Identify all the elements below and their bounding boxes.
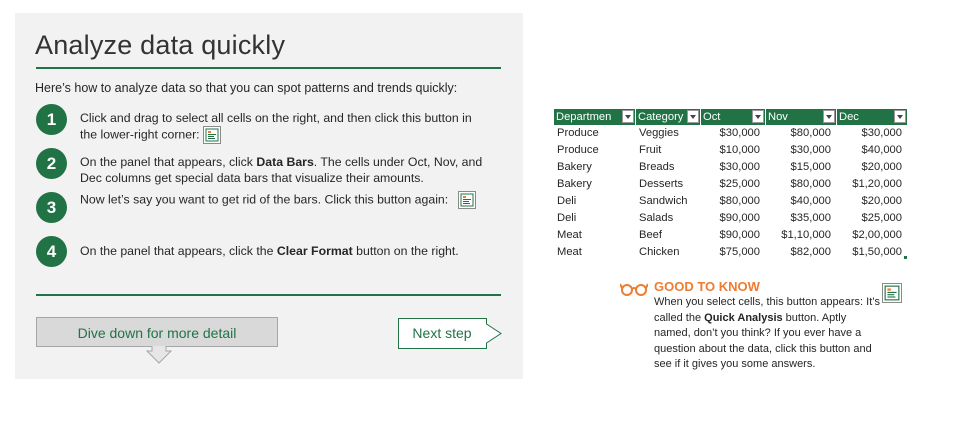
cell-category[interactable]: Desserts (639, 176, 699, 193)
cell-nov[interactable]: $1,10,000 (766, 227, 831, 244)
cell-dec[interactable]: $25,000 (837, 210, 902, 227)
cell-nov[interactable]: $15,000 (766, 159, 831, 176)
next-step-label: Next step (412, 325, 472, 341)
dropdown-arrow-icon[interactable] (687, 110, 699, 123)
header-nov[interactable]: Nov (766, 109, 837, 125)
cell-dec[interactable]: $20,000 (837, 193, 902, 210)
cell-department[interactable]: Produce (557, 142, 635, 159)
table-row: Deli Salads $90,000 $35,000 $25,000 (554, 210, 908, 227)
quick-analysis-label: Quick Analysis (704, 311, 783, 324)
cell-department[interactable]: Meat (557, 244, 635, 261)
cell-oct[interactable]: $90,000 (701, 210, 760, 227)
step-1-text: Click and drag to select all cells on th… (80, 111, 472, 142)
good-to-know-text: When you select cells, this button appea… (654, 296, 881, 370)
quick-analysis-icon (203, 126, 222, 144)
cell-dec[interactable]: $2,00,000 (837, 227, 902, 244)
table-row: Bakery Breads $30,000 $15,000 $20,000 (554, 159, 908, 176)
dropdown-arrow-icon[interactable] (622, 110, 634, 123)
cell-department[interactable]: Deli (557, 193, 635, 210)
cell-category[interactable]: Sandwich (639, 193, 699, 210)
table-row: Produce Fruit $10,000 $30,000 $40,000 (554, 142, 908, 159)
intro-text: Here’s how to analyze data so that you c… (35, 81, 458, 95)
dropdown-arrow-icon[interactable] (752, 110, 764, 123)
data-table[interactable]: Departmen Category Oct Nov Dec Produce Ve… (554, 109, 908, 261)
cell-nov[interactable]: $40,000 (766, 193, 831, 210)
step-2-text-before: On the panel that appears, click (80, 155, 257, 169)
cell-nov[interactable]: $80,000 (766, 176, 831, 193)
lesson-panel: Analyze data quickly Here’s how to analy… (15, 13, 523, 379)
table-body: Produce Veggies $30,000 $80,000 $30,000 Produ… (554, 125, 908, 261)
cell-category[interactable]: Chicken (639, 244, 699, 261)
cell-oct[interactable]: $30,000 (701, 125, 760, 142)
quick-analysis-icon (882, 283, 902, 303)
table-row: Meat Beef $90,000 $1,10,000 $2,00,000 (554, 227, 908, 244)
cell-oct[interactable]: $25,000 (701, 176, 760, 193)
step-number-1: 1 (36, 104, 67, 135)
quick-analysis-icon (457, 191, 476, 209)
cell-nov[interactable]: $35,000 (766, 210, 831, 227)
title-divider (36, 67, 501, 69)
cell-dec[interactable]: $30,000 (837, 125, 902, 142)
good-to-know-title: GOOD TO KNOW (654, 279, 760, 294)
cell-category[interactable]: Salads (639, 210, 699, 227)
table-header: Departmen Category Oct Nov Dec (554, 109, 908, 125)
data-bars-label: Data Bars (256, 155, 314, 169)
cell-oct[interactable]: $90,000 (701, 227, 760, 244)
cell-category[interactable]: Fruit (639, 142, 699, 159)
cell-dec[interactable]: $40,000 (837, 142, 902, 159)
cell-category[interactable]: Breads (639, 159, 699, 176)
cell-department[interactable]: Deli (557, 210, 635, 227)
table-row: Deli Sandwich $80,000 $40,000 $20,000 (554, 193, 908, 210)
step-3-text: Now let’s say you want to get rid of the… (80, 192, 449, 207)
dive-down-label: Dive down for more detail (77, 325, 237, 341)
table-row: Meat Chicken $75,000 $82,000 $1,50,000 (554, 244, 908, 261)
glasses-icon (620, 283, 648, 296)
cell-department[interactable]: Bakery (557, 176, 635, 193)
arrow-down-icon (146, 346, 172, 364)
cell-dec[interactable]: $1,20,000 (837, 176, 902, 193)
header-department[interactable]: Departmen (554, 109, 636, 125)
cell-department[interactable]: Bakery (557, 159, 635, 176)
cell-department[interactable]: Produce (557, 125, 635, 142)
step-number-2: 2 (36, 148, 67, 179)
cell-dec[interactable]: $20,000 (837, 159, 902, 176)
step-number-3: 3 (36, 192, 67, 223)
cell-oct[interactable]: $10,000 (701, 142, 760, 159)
step-4-text-before: On the panel that appears, click the (80, 244, 277, 258)
cell-oct[interactable]: $75,000 (701, 244, 760, 261)
cell-oct[interactable]: $30,000 (701, 159, 760, 176)
cell-nov[interactable]: $30,000 (766, 142, 831, 159)
cell-category[interactable]: Beef (639, 227, 699, 244)
cell-nov[interactable]: $82,000 (766, 244, 831, 261)
cell-dec[interactable]: $1,50,000 (837, 244, 902, 261)
dropdown-arrow-icon[interactable] (894, 110, 906, 123)
cell-oct[interactable]: $80,000 (701, 193, 760, 210)
cell-category[interactable]: Veggies (639, 125, 699, 142)
cell-department[interactable]: Meat (557, 227, 635, 244)
clear-format-label: Clear Format (276, 244, 353, 258)
bottom-divider (36, 294, 501, 296)
page-title: Analyze data quickly (35, 30, 286, 60)
step-4-text-after: button on the right. (352, 244, 459, 258)
header-dec[interactable]: Dec (837, 109, 908, 125)
step-number-4: 4 (36, 236, 67, 267)
selection-handle[interactable] (904, 256, 907, 259)
table-row: Bakery Desserts $25,000 $80,000 $1,20,000 (554, 176, 908, 193)
dropdown-arrow-icon[interactable] (823, 110, 835, 123)
header-oct[interactable]: Oct (701, 109, 766, 125)
table-row: Produce Veggies $30,000 $80,000 $30,000 (554, 125, 908, 142)
dive-down-button[interactable]: Dive down for more detail (36, 317, 278, 347)
header-category[interactable]: Category (636, 109, 701, 125)
cell-nov[interactable]: $80,000 (766, 125, 831, 142)
